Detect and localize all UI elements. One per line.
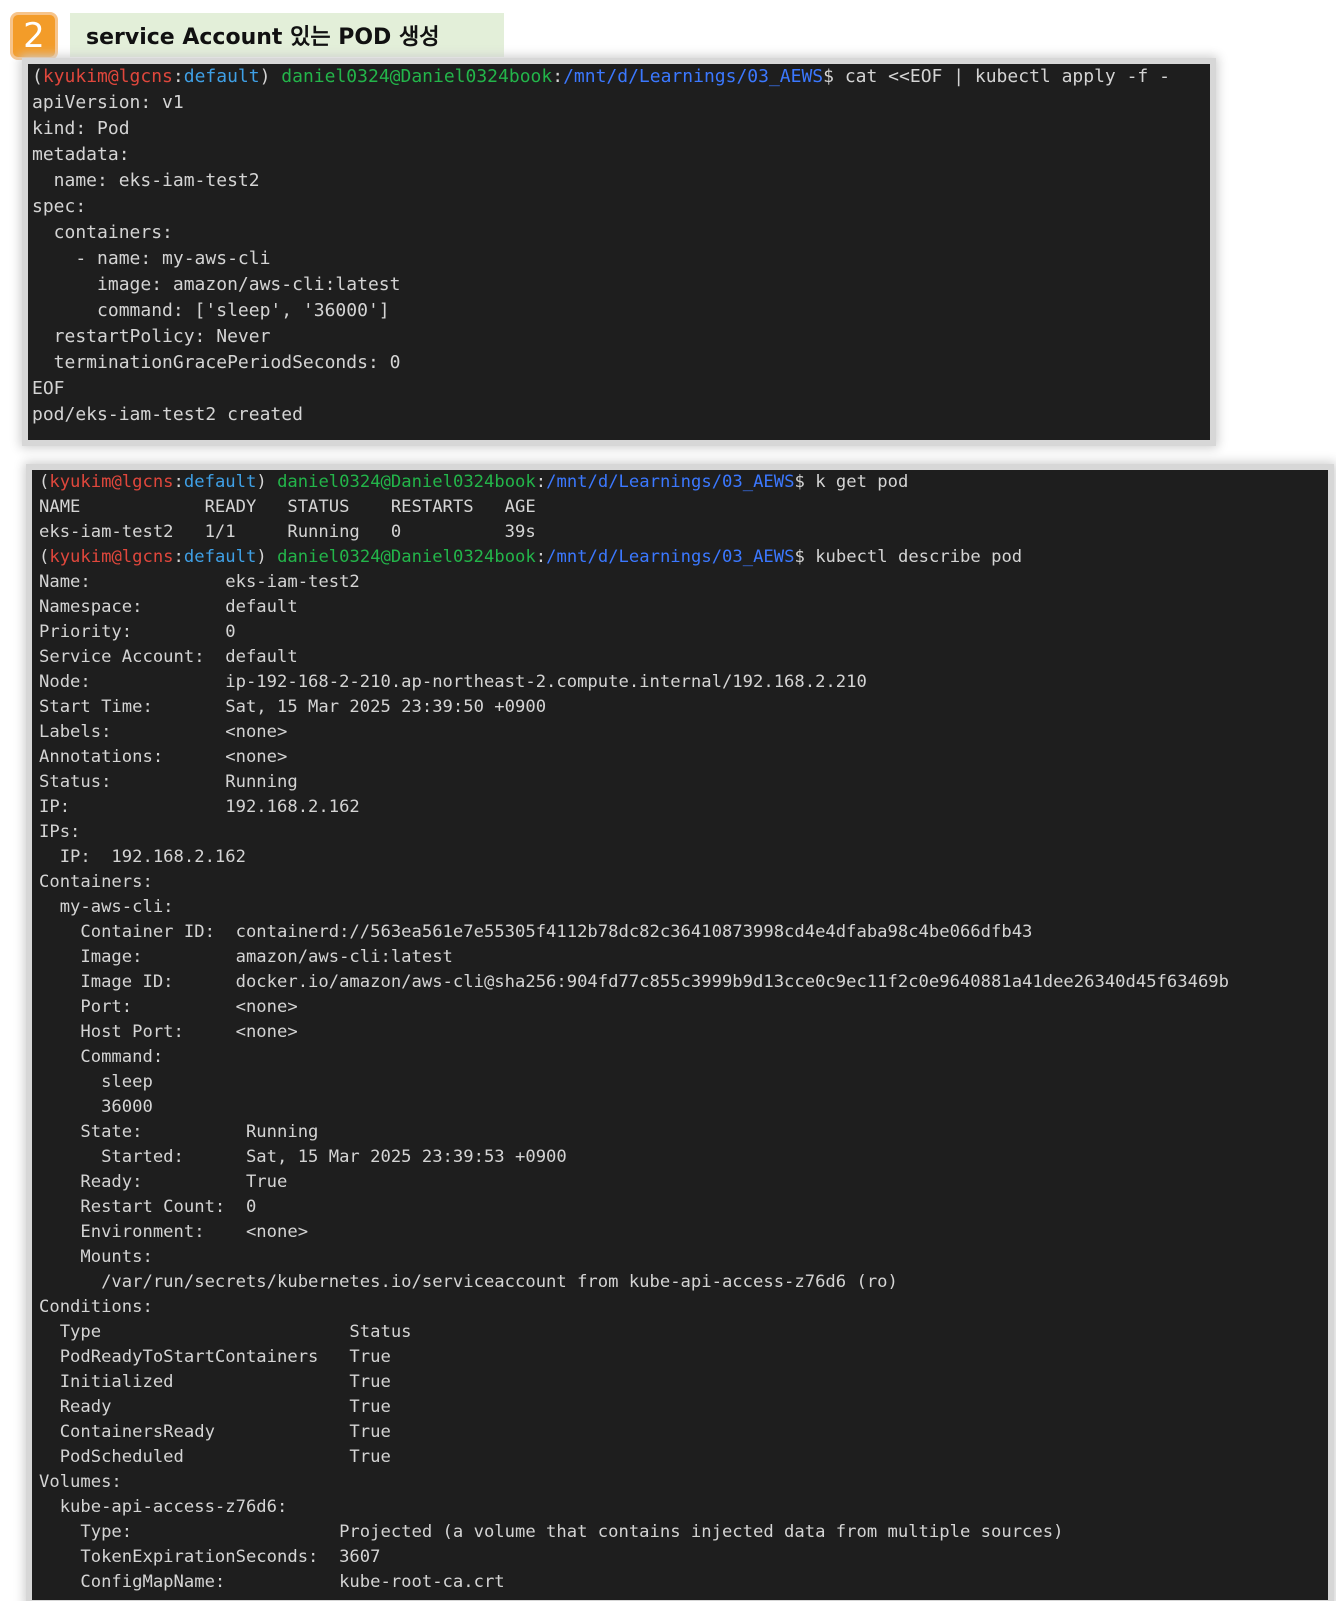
prompt-open: ( bbox=[39, 472, 50, 492]
output-line: Restart Count: 0 bbox=[39, 1197, 257, 1217]
prompt-user-host: daniel0324@Daniel0324book bbox=[277, 472, 536, 492]
output-line: Ready: True bbox=[39, 1172, 288, 1192]
output-line: State: Running bbox=[39, 1122, 319, 1142]
prompt-open: ( bbox=[39, 547, 50, 567]
output-line: Status: Running bbox=[39, 772, 298, 792]
terminal-apply-pod[interactable]: (kyukim@lgcns:default) daniel0324@Daniel… bbox=[28, 64, 1210, 440]
command-text: kubectl describe pod bbox=[804, 547, 1023, 567]
output-line: metadata: bbox=[32, 144, 130, 165]
output-line: kind: Pod bbox=[32, 118, 130, 139]
output-line: Labels: <none> bbox=[39, 722, 288, 742]
output-line: restartPolicy: Never bbox=[32, 326, 271, 347]
prompt-user: kyukim@lgcns bbox=[49, 547, 174, 567]
prompt-context: default bbox=[183, 472, 257, 492]
output-line: Conditions: bbox=[39, 1297, 153, 1317]
output-line: Image: amazon/aws-cli:latest bbox=[39, 947, 453, 967]
output-line: Containers: bbox=[39, 872, 153, 892]
prompt-sep: : bbox=[552, 66, 564, 87]
output-line: name: eks-iam-test2 bbox=[32, 170, 260, 191]
output-line: containers: bbox=[32, 222, 173, 243]
prompt-sep: : bbox=[173, 547, 184, 567]
output-line: ContainersReady True bbox=[39, 1422, 391, 1442]
output-line: - name: my-aws-cli bbox=[32, 248, 271, 269]
output-line: eks-iam-test2 1/1 Running 0 39s bbox=[39, 522, 536, 542]
prompt-sep: : bbox=[173, 472, 184, 492]
output-line: Host Port: <none> bbox=[39, 1022, 298, 1042]
terminal-describe-pod[interactable]: (kyukim@lgcns:default) daniel0324@Daniel… bbox=[32, 470, 1328, 1600]
output-line: kube-api-access-z76d6: bbox=[39, 1497, 288, 1517]
output-line: Name: eks-iam-test2 bbox=[39, 572, 360, 592]
prompt-sep: : bbox=[535, 472, 547, 492]
output-line: Namespace: default bbox=[39, 597, 298, 617]
output-line: IP: 192.168.2.162 bbox=[39, 847, 246, 867]
prompt-user: kyukim@lgcns bbox=[42, 66, 173, 87]
prompt-path: /mnt/d/Learnings/03_AEWS bbox=[563, 66, 824, 87]
output-line: Service Account: default bbox=[39, 647, 298, 667]
output-line: Initialized True bbox=[39, 1372, 391, 1392]
prompt-line: (kyukim@lgcns:default) daniel0324@Daniel… bbox=[39, 470, 1328, 495]
output-line: /var/run/secrets/kubernetes.io/serviceac… bbox=[39, 1272, 898, 1292]
command-text: k get pod bbox=[804, 472, 909, 492]
prompt-symbol: $ bbox=[823, 66, 834, 87]
output-line: Start Time: Sat, 15 Mar 2025 23:39:50 +0… bbox=[39, 697, 547, 717]
output-line: Annotations: <none> bbox=[39, 747, 288, 767]
output-line: Priority: 0 bbox=[39, 622, 236, 642]
prompt-line: (kyukim@lgcns:default) daniel0324@Daniel… bbox=[39, 545, 1328, 570]
prompt-close: ) bbox=[256, 472, 267, 492]
output-line: sleep bbox=[39, 1072, 153, 1092]
output-line: spec: bbox=[32, 196, 87, 217]
output-line: PodScheduled True bbox=[39, 1447, 391, 1467]
output-line: PodReadyToStartContainers True bbox=[39, 1347, 391, 1367]
output-line: IPs: bbox=[39, 822, 81, 842]
output-line: Command: bbox=[39, 1047, 164, 1067]
output-line: Started: Sat, 15 Mar 2025 23:39:53 +0900 bbox=[39, 1147, 567, 1167]
output-line: apiVersion: v1 bbox=[32, 92, 184, 113]
output-line: TokenExpirationSeconds: 3607 bbox=[39, 1547, 381, 1567]
output-line: Mounts: bbox=[39, 1247, 153, 1267]
prompt-sep: : bbox=[535, 547, 547, 567]
prompt-line: (kyukim@lgcns:default) daniel0324@Daniel… bbox=[32, 64, 1210, 90]
prompt-symbol: $ bbox=[794, 547, 805, 567]
output-line: Ready True bbox=[39, 1397, 391, 1417]
output-line: 36000 bbox=[39, 1097, 153, 1117]
prompt-user: kyukim@lgcns bbox=[49, 472, 174, 492]
prompt-close: ) bbox=[259, 66, 271, 87]
output-line: Image ID: docker.io/amazon/aws-cli@sha25… bbox=[39, 972, 1229, 992]
prompt-user-host: daniel0324@Daniel0324book bbox=[277, 547, 536, 567]
output-line: Environment: <none> bbox=[39, 1222, 309, 1242]
output-line: Port: <none> bbox=[39, 997, 298, 1017]
output-line: image: amazon/aws-cli:latest bbox=[32, 274, 401, 295]
output-line: my-aws-cli: bbox=[39, 897, 174, 917]
output-line: Type Status bbox=[39, 1322, 412, 1342]
output-line: IP: 192.168.2.162 bbox=[39, 797, 360, 817]
prompt-user-host: daniel0324@Daniel0324book bbox=[281, 66, 553, 87]
output-line: command: ['sleep', '36000'] bbox=[32, 300, 390, 321]
step-number: 2 bbox=[23, 16, 45, 56]
output-line: terminationGracePeriodSeconds: 0 bbox=[32, 352, 401, 373]
prompt-symbol: $ bbox=[794, 472, 805, 492]
step-number-badge: 2 bbox=[10, 12, 58, 60]
output-line: ConfigMapName: kube-root-ca.crt bbox=[39, 1572, 505, 1592]
output-line: pod/eks-iam-test2 created bbox=[32, 404, 303, 425]
output-line: EOF bbox=[32, 378, 65, 399]
section-title-text: service Account 있는 POD 생성 bbox=[86, 25, 440, 50]
prompt-sep: : bbox=[172, 66, 184, 87]
command-text: cat <<EOF | kubectl apply -f - bbox=[834, 66, 1170, 87]
prompt-context: default bbox=[183, 66, 260, 87]
prompt-close: ) bbox=[256, 547, 267, 567]
output-line: Type: Projected (a volume that contains … bbox=[39, 1522, 1064, 1542]
output-line: Container ID: containerd://563ea561e7e55… bbox=[39, 922, 1033, 942]
prompt-path: /mnt/d/Learnings/03_AEWS bbox=[546, 547, 795, 567]
output-line: Node: ip-192-168-2-210.ap-northeast-2.co… bbox=[39, 672, 867, 692]
prompt-path: /mnt/d/Learnings/03_AEWS bbox=[546, 472, 795, 492]
output-line: Volumes: bbox=[39, 1472, 122, 1492]
output-line: NAME READY STATUS RESTARTS AGE bbox=[39, 497, 536, 517]
section-title: service Account 있는 POD 생성 bbox=[70, 13, 504, 57]
prompt-open: ( bbox=[32, 66, 43, 87]
prompt-context: default bbox=[183, 547, 257, 567]
